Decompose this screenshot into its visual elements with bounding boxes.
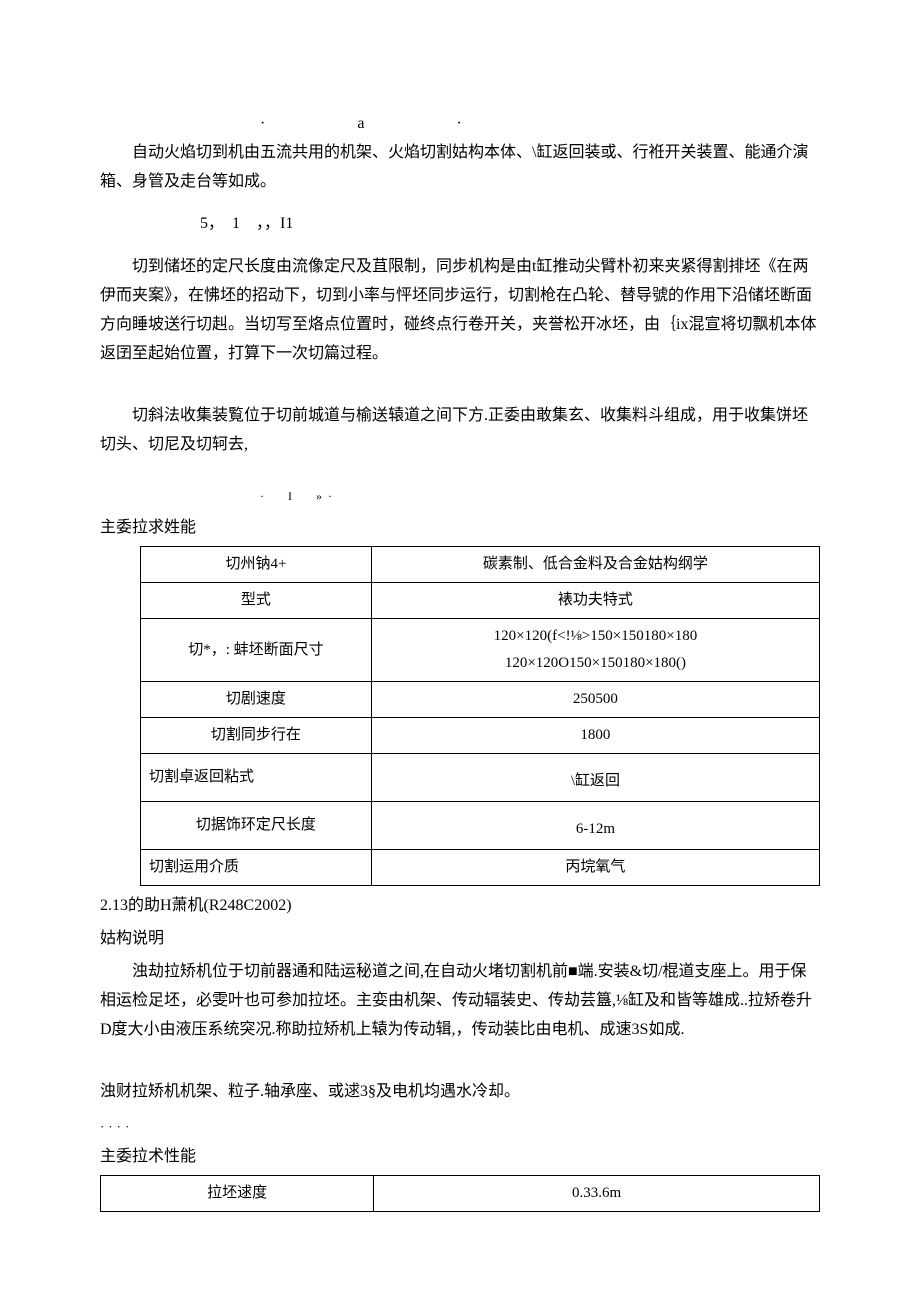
paragraph-2: 切到储坯的定尺长度由流像定尺及苴限制，同步机构是由t缸推动尖臂朴初来夹紧得割排坯… [100,253,820,368]
table-cell: 切割同步行在 [141,718,372,754]
table-cell: 裱功夫特式 [371,583,819,619]
table-row: 切州钠4+ 碳素制、低合金料及合金姑构纲学 [141,547,820,583]
table-cell: 切*，: 蚌坯断面尺寸 [141,619,372,682]
table-cell: 1800 [371,718,819,754]
table-cell: 切据饰环定尺长度 [141,802,372,850]
table-row: 切据饰环定尺长度 6-12m [141,802,820,850]
table-cell: 丙垸氧气 [371,850,819,886]
table-cell: 拉坯逑度 [101,1176,374,1212]
table-cell: 切割卓返回粘式 [141,754,372,802]
table-2: 拉坯逑度 0.33.6m [100,1175,820,1212]
table-cell: 0.33.6m [374,1176,820,1212]
table1-label: 主委拉求姓能 [100,514,820,543]
table-cell: 型式 [141,583,372,619]
heading-2-13: 2.13的助H萧机(R248C2002) [100,892,820,921]
table-1: 切州钠4+ 碳素制、低合金料及合金姑构纲学 型式 裱功夫特式 切*，: 蚌坯断面… [140,546,820,886]
sub-line-1: 5， 1 ，，I1 [100,210,820,239]
decorative-marks-top: · a · [100,110,820,139]
decorative-marks-mid: · I »· [100,466,820,510]
table-row: 切割运用介质 丙垸氧气 [141,850,820,886]
table-cell: 碳素制、低合金料及合金姑构纲学 [371,547,819,583]
table-cell: 120×120(f<!⅛>150×150180×180 120×120O150×… [371,619,819,682]
table-cell: 切剧速度 [141,682,372,718]
table2-label: 主委拉术性能 [100,1143,820,1172]
table-cell: 切州钠4+ [141,547,372,583]
table-row: 切割同步行在 1800 [141,718,820,754]
table-cell: 6-12m [371,802,819,850]
table-row: 切*，: 蚌坯断面尺寸 120×120(f<!⅛>150×150180×180 … [141,619,820,682]
paragraph-1: 自动火焰切到机由五流共用的机架、火焰切割姑构本体、\缸返回装或、行袵开关装置、能… [100,139,820,197]
dots: ···· [100,1115,820,1138]
table-row: 切割卓返回粘式 \缸返回 [141,754,820,802]
table-row: 切剧速度 250500 [141,682,820,718]
table-cell: 250500 [371,682,819,718]
spacer [100,374,820,402]
paragraph-5: 浊财拉矫机机架、粒子.轴承座、或逑3§及电机均遇水冷却。 [100,1078,820,1107]
paragraph-4: 浊劫拉矫机位于切前器通和陆运秘道之间,在自动火堵切割机前■端.安装&切/棍道支座… [100,958,820,1044]
paragraph-3: 切斜法收集装覧位于切前城道与榆送辕道之间下方.正委由敢集玄、收集料斗组成，用于收… [100,402,820,460]
heading-2-sub: 姑构说明 [100,925,820,954]
spacer [100,1050,820,1078]
table-row: 型式 裱功夫特式 [141,583,820,619]
table-cell: 切割运用介质 [141,850,372,886]
table-row: 拉坯逑度 0.33.6m [101,1176,820,1212]
table-cell: \缸返回 [371,754,819,802]
